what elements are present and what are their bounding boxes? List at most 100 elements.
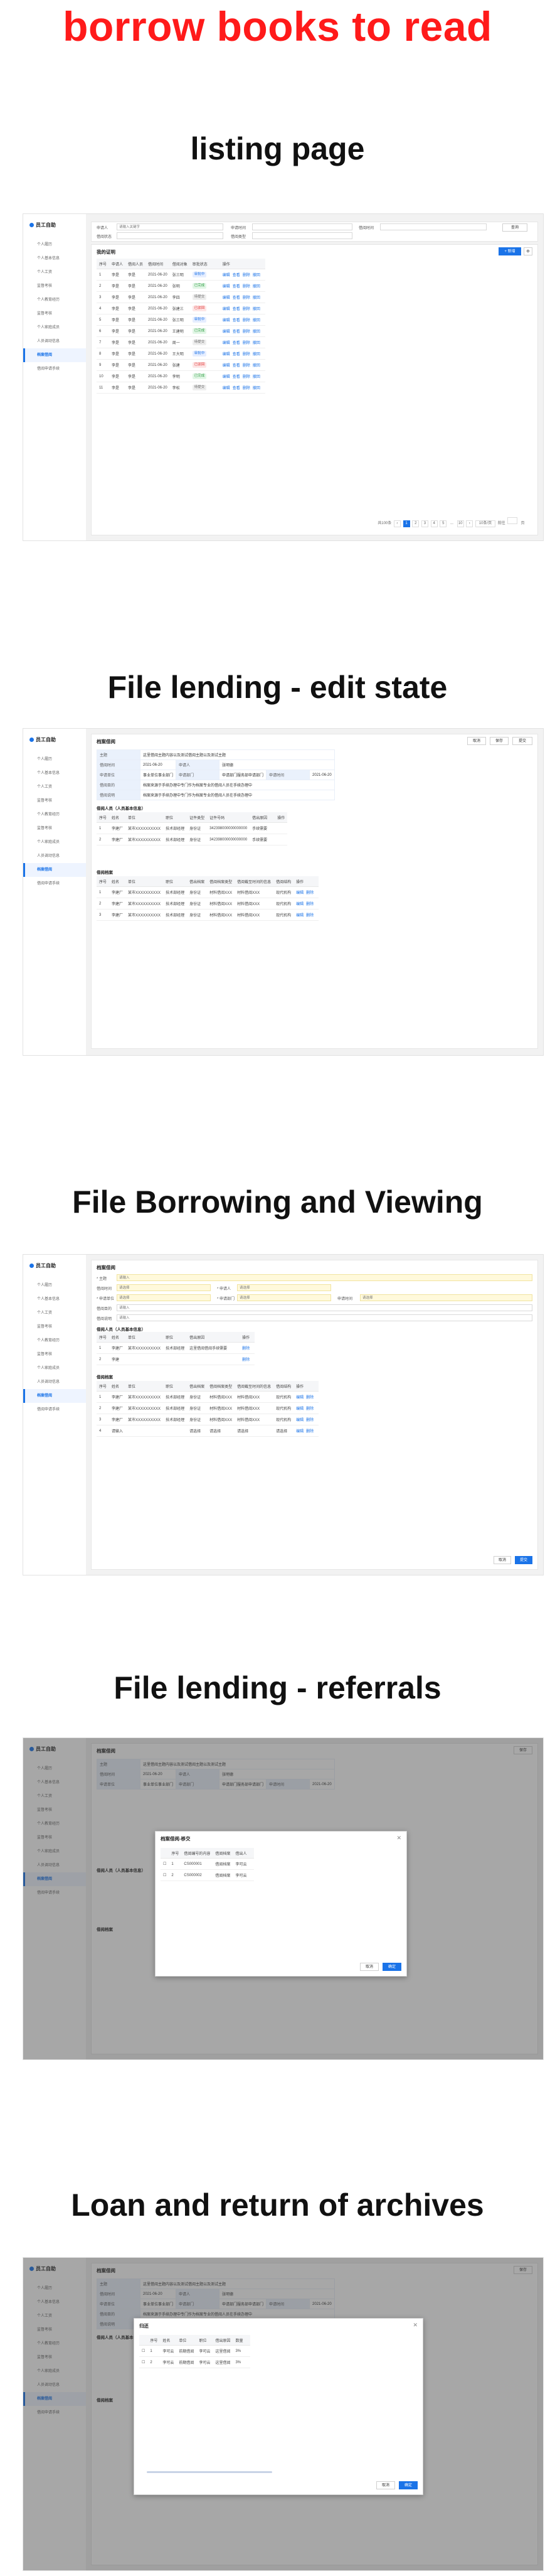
horizontal-scrollbar[interactable] xyxy=(147,2471,272,2473)
row-action-link[interactable]: 编辑 xyxy=(223,285,230,289)
sidebar-item[interactable]: 个人家庭成员 xyxy=(23,835,86,849)
dept-select[interactable]: 请选择 xyxy=(237,1294,331,1301)
pager-size-select[interactable]: 10条/页 xyxy=(475,520,495,527)
borrow-date-input[interactable]: 请选择 xyxy=(117,1284,211,1291)
row-action-link[interactable]: 查看 xyxy=(233,330,240,334)
sidebar-item[interactable]: 监督考核 xyxy=(23,279,86,293)
sidebar-item[interactable]: 个人履历 xyxy=(23,238,86,252)
sidebar-item[interactable]: 个人履历 xyxy=(23,1279,86,1292)
unit-cell[interactable]: 某市XXXXXXXXXX xyxy=(125,1391,164,1403)
row-action-link[interactable]: 撤回 xyxy=(253,308,260,311)
row-action-link[interactable]: 查看 xyxy=(233,364,240,368)
row-action-link[interactable]: 查看 xyxy=(233,319,240,323)
close-icon[interactable]: ✕ xyxy=(413,2322,418,2329)
sidebar-item[interactable]: 个人教育经历 xyxy=(23,808,86,822)
row-action-link[interactable]: 查看 xyxy=(233,353,240,357)
confirm-button[interactable]: 确定 xyxy=(383,1963,401,1971)
row-action-link[interactable]: 删除 xyxy=(243,387,250,390)
org-cell[interactable]: 请选择 xyxy=(273,1425,294,1437)
submit-button[interactable]: 提交 xyxy=(512,737,532,745)
row-action-link[interactable]: 撤回 xyxy=(253,319,260,323)
unit-cell[interactable]: 某市XXXXXXXXXX xyxy=(125,1402,164,1414)
row-action-link[interactable]: 删除 xyxy=(306,914,314,918)
sidebar-item[interactable]: 借阅申请手续 xyxy=(23,1403,86,1417)
row-action-link[interactable]: 编辑 xyxy=(296,1430,304,1434)
name-cell[interactable]: 李建 xyxy=(109,1353,126,1365)
row-action-link[interactable]: 删除 xyxy=(306,1419,314,1422)
document-cell[interactable]: 身份证 xyxy=(187,1402,208,1414)
sidebar-item[interactable]: 个人基本信息 xyxy=(23,252,86,266)
sidebar-item[interactable]: 监督考核 xyxy=(23,1320,86,1334)
row-checkbox[interactable]: ☐ xyxy=(139,2345,148,2357)
row-action-link[interactable]: 撤回 xyxy=(253,375,260,379)
close-icon[interactable]: ✕ xyxy=(396,1835,401,1842)
deadline-cell[interactable]: 材料借阅XXX xyxy=(235,1391,274,1403)
name-cell[interactable]: 李建厂 xyxy=(109,1342,126,1354)
row-action-link[interactable]: 查看 xyxy=(233,285,240,289)
row-action-link[interactable]: 编辑 xyxy=(296,1396,304,1400)
position-cell[interactable]: 技术部经理 xyxy=(163,1342,188,1354)
sidebar-item-archive-borrow[interactable]: 档案借阅 xyxy=(23,863,86,877)
sidebar-item[interactable]: 个人基本信息 xyxy=(23,766,86,780)
deadline-cell[interactable]: 请选择 xyxy=(235,1425,274,1437)
row-action-link[interactable]: 删除 xyxy=(243,375,250,379)
row-action-link[interactable]: 删除 xyxy=(306,1396,314,1400)
row-action-link[interactable]: 删除 xyxy=(243,364,250,368)
sidebar-item[interactable]: 个人履历 xyxy=(23,753,86,766)
sidebar-item[interactable]: 监督考核 xyxy=(23,307,86,321)
row-action-link[interactable]: 撤回 xyxy=(253,364,260,368)
document-cell[interactable]: 身份证 xyxy=(187,1391,208,1403)
sidebar-item[interactable]: 监督考核 xyxy=(23,794,86,808)
unit-select[interactable]: 请选择 xyxy=(117,1294,211,1301)
pager-goto-input[interactable] xyxy=(507,517,518,524)
filter-applicant-input[interactable]: 请输入关键字 xyxy=(117,223,223,230)
sidebar-item[interactable]: 监督考核 xyxy=(23,822,86,835)
row-action-link[interactable]: 删除 xyxy=(306,1430,314,1434)
sidebar-item[interactable]: 借阅申请手续 xyxy=(23,362,86,376)
sidebar-item[interactable]: 个人基本信息 xyxy=(23,1292,86,1306)
row-action-link[interactable]: 删除 xyxy=(306,891,314,895)
deadline-cell[interactable]: 材料借阅XXX xyxy=(235,1402,274,1414)
row-action-link[interactable]: 编辑 xyxy=(223,274,230,277)
cancel-button[interactable]: 取消 xyxy=(360,1963,379,1971)
pager-page[interactable]: 2 xyxy=(412,520,420,527)
filter-apply-date[interactable] xyxy=(252,223,352,230)
row-action-link[interactable]: 编辑 xyxy=(296,1419,304,1422)
row-action-link[interactable]: 删除 xyxy=(243,330,250,334)
row-action-link[interactable]: 编辑 xyxy=(296,903,304,906)
applicant-input[interactable]: 请选择 xyxy=(237,1284,331,1291)
sidebar-item[interactable]: 借阅申请手续 xyxy=(23,877,86,891)
confirm-button[interactable]: 确定 xyxy=(399,2481,418,2489)
row-action-link[interactable]: 删除 xyxy=(306,1407,314,1411)
pager-page[interactable]: 5 xyxy=(440,520,447,527)
row-action-link[interactable]: 编辑 xyxy=(296,891,304,895)
row-action-link[interactable]: 撤回 xyxy=(253,341,260,345)
remark-input[interactable]: 请输入 xyxy=(117,1314,532,1321)
row-action-link[interactable]: 编辑 xyxy=(223,308,230,311)
deadline-cell[interactable]: 材料借阅XXX xyxy=(235,1414,274,1425)
add-button[interactable]: + 新增 xyxy=(499,247,521,255)
document-cell[interactable]: 请选择 xyxy=(187,1425,208,1437)
cancel-button[interactable]: 取消 xyxy=(376,2481,395,2489)
sidebar-item-archive-borrow[interactable]: 档案借阅 xyxy=(23,1389,86,1403)
search-button[interactable]: 查询 xyxy=(502,223,527,232)
row-action-link[interactable]: 删除 xyxy=(243,296,250,300)
pager-page[interactable]: 4 xyxy=(430,520,438,527)
settings-icon[interactable]: ⚙ xyxy=(524,247,532,255)
row-action-link[interactable]: 编辑 xyxy=(223,353,230,357)
name-cell[interactable]: 李建厂 xyxy=(109,1402,126,1414)
row-action-link[interactable]: 删除 xyxy=(242,1347,250,1351)
name-cell[interactable]: 李建厂 xyxy=(109,1391,126,1403)
row-action-link[interactable]: 编辑 xyxy=(223,296,230,300)
row-action-link[interactable]: 编辑 xyxy=(296,1407,304,1411)
row-action-link[interactable]: 删除 xyxy=(243,308,250,311)
unit-cell[interactable] xyxy=(125,1353,164,1365)
org-cell[interactable]: 现代机构 xyxy=(273,1402,294,1414)
pager-prev[interactable]: ‹ xyxy=(393,520,401,527)
sidebar-item[interactable]: 监督考核 xyxy=(23,1348,86,1361)
pager-page[interactable]: 10 xyxy=(457,520,464,527)
row-action-link[interactable]: 删除 xyxy=(243,353,250,357)
row-action-link[interactable]: 编辑 xyxy=(296,914,304,918)
purpose-input[interactable]: 请输入 xyxy=(117,1304,532,1311)
row-action-link[interactable]: 删除 xyxy=(242,1358,250,1362)
